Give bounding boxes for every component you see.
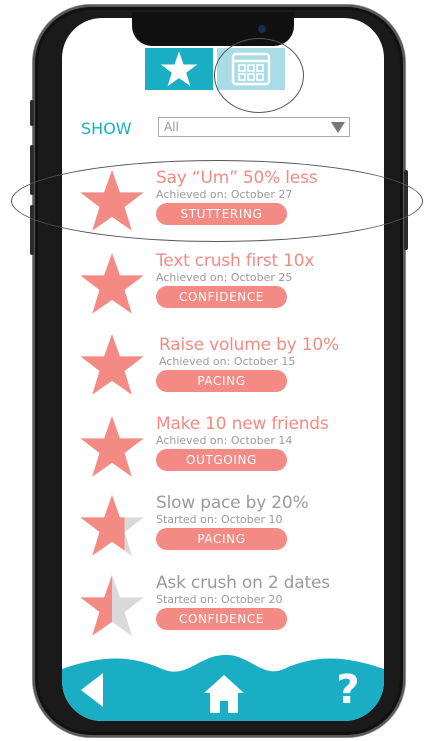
- show-label: SHOW: [81, 119, 132, 138]
- question-mark-icon: ?: [336, 667, 360, 713]
- goal-category-badge[interactable]: PACING: [156, 370, 287, 392]
- help-button[interactable]: ?: [328, 666, 368, 714]
- goal-star-icon: [79, 573, 145, 639]
- front-camera: [258, 25, 266, 33]
- goal-title: Raise volume by 10%: [159, 335, 339, 355]
- goal-title: Make 10 new friends: [156, 414, 329, 434]
- goal-category-badge[interactable]: CONFIDENCE: [156, 286, 287, 308]
- filter-dropdown[interactable]: All: [158, 117, 350, 137]
- calendar-tab-highlight: [214, 38, 304, 113]
- goal-star-icon: [79, 493, 145, 559]
- goal-category-badge[interactable]: CONFIDENCE: [156, 608, 287, 630]
- star-icon: [160, 51, 198, 87]
- goal-title: Slow pace by 20%: [156, 493, 309, 513]
- goal-date: Achieved on: October 15: [159, 355, 296, 368]
- goal-item[interactable]: Slow pace by 20% Started on: October 10 PA…: [75, 493, 355, 573]
- home-button[interactable]: [200, 670, 248, 718]
- goal-item[interactable]: Text crush first 10x Achieved on: October…: [75, 251, 355, 331]
- goal-date: Achieved on: October 25: [156, 271, 293, 284]
- back-button[interactable]: [72, 668, 112, 712]
- goal-category-badge[interactable]: OUTGOING: [156, 449, 287, 471]
- filter-row: SHOW All: [81, 117, 353, 141]
- goal-title: Text crush first 10x: [156, 251, 315, 271]
- goal-star-icon: [79, 332, 145, 398]
- first-goal-highlight: [11, 160, 423, 242]
- goal-title: Ask crush on 2 dates: [156, 573, 330, 593]
- back-arrow-icon: [81, 673, 103, 707]
- filter-selected-value: All: [164, 120, 179, 134]
- goal-star-icon: [79, 251, 145, 317]
- tab-achievements[interactable]: [145, 48, 213, 90]
- goal-star-icon: [79, 414, 145, 480]
- goal-item[interactable]: Ask crush on 2 dates Started on: October …: [75, 573, 355, 653]
- goal-date: Started on: October 20: [156, 593, 283, 606]
- goal-item[interactable]: Raise volume by 10% Achieved on: October …: [75, 332, 355, 412]
- goal-date: Achieved on: October 14: [156, 434, 293, 447]
- home-icon: [204, 675, 244, 713]
- goal-date: Started on: October 10: [156, 513, 283, 526]
- chevron-down-icon: [331, 122, 345, 133]
- goal-item[interactable]: Make 10 new friends Achieved on: October …: [75, 414, 355, 494]
- mute-switch: [30, 100, 34, 126]
- goal-category-badge[interactable]: PACING: [156, 528, 287, 550]
